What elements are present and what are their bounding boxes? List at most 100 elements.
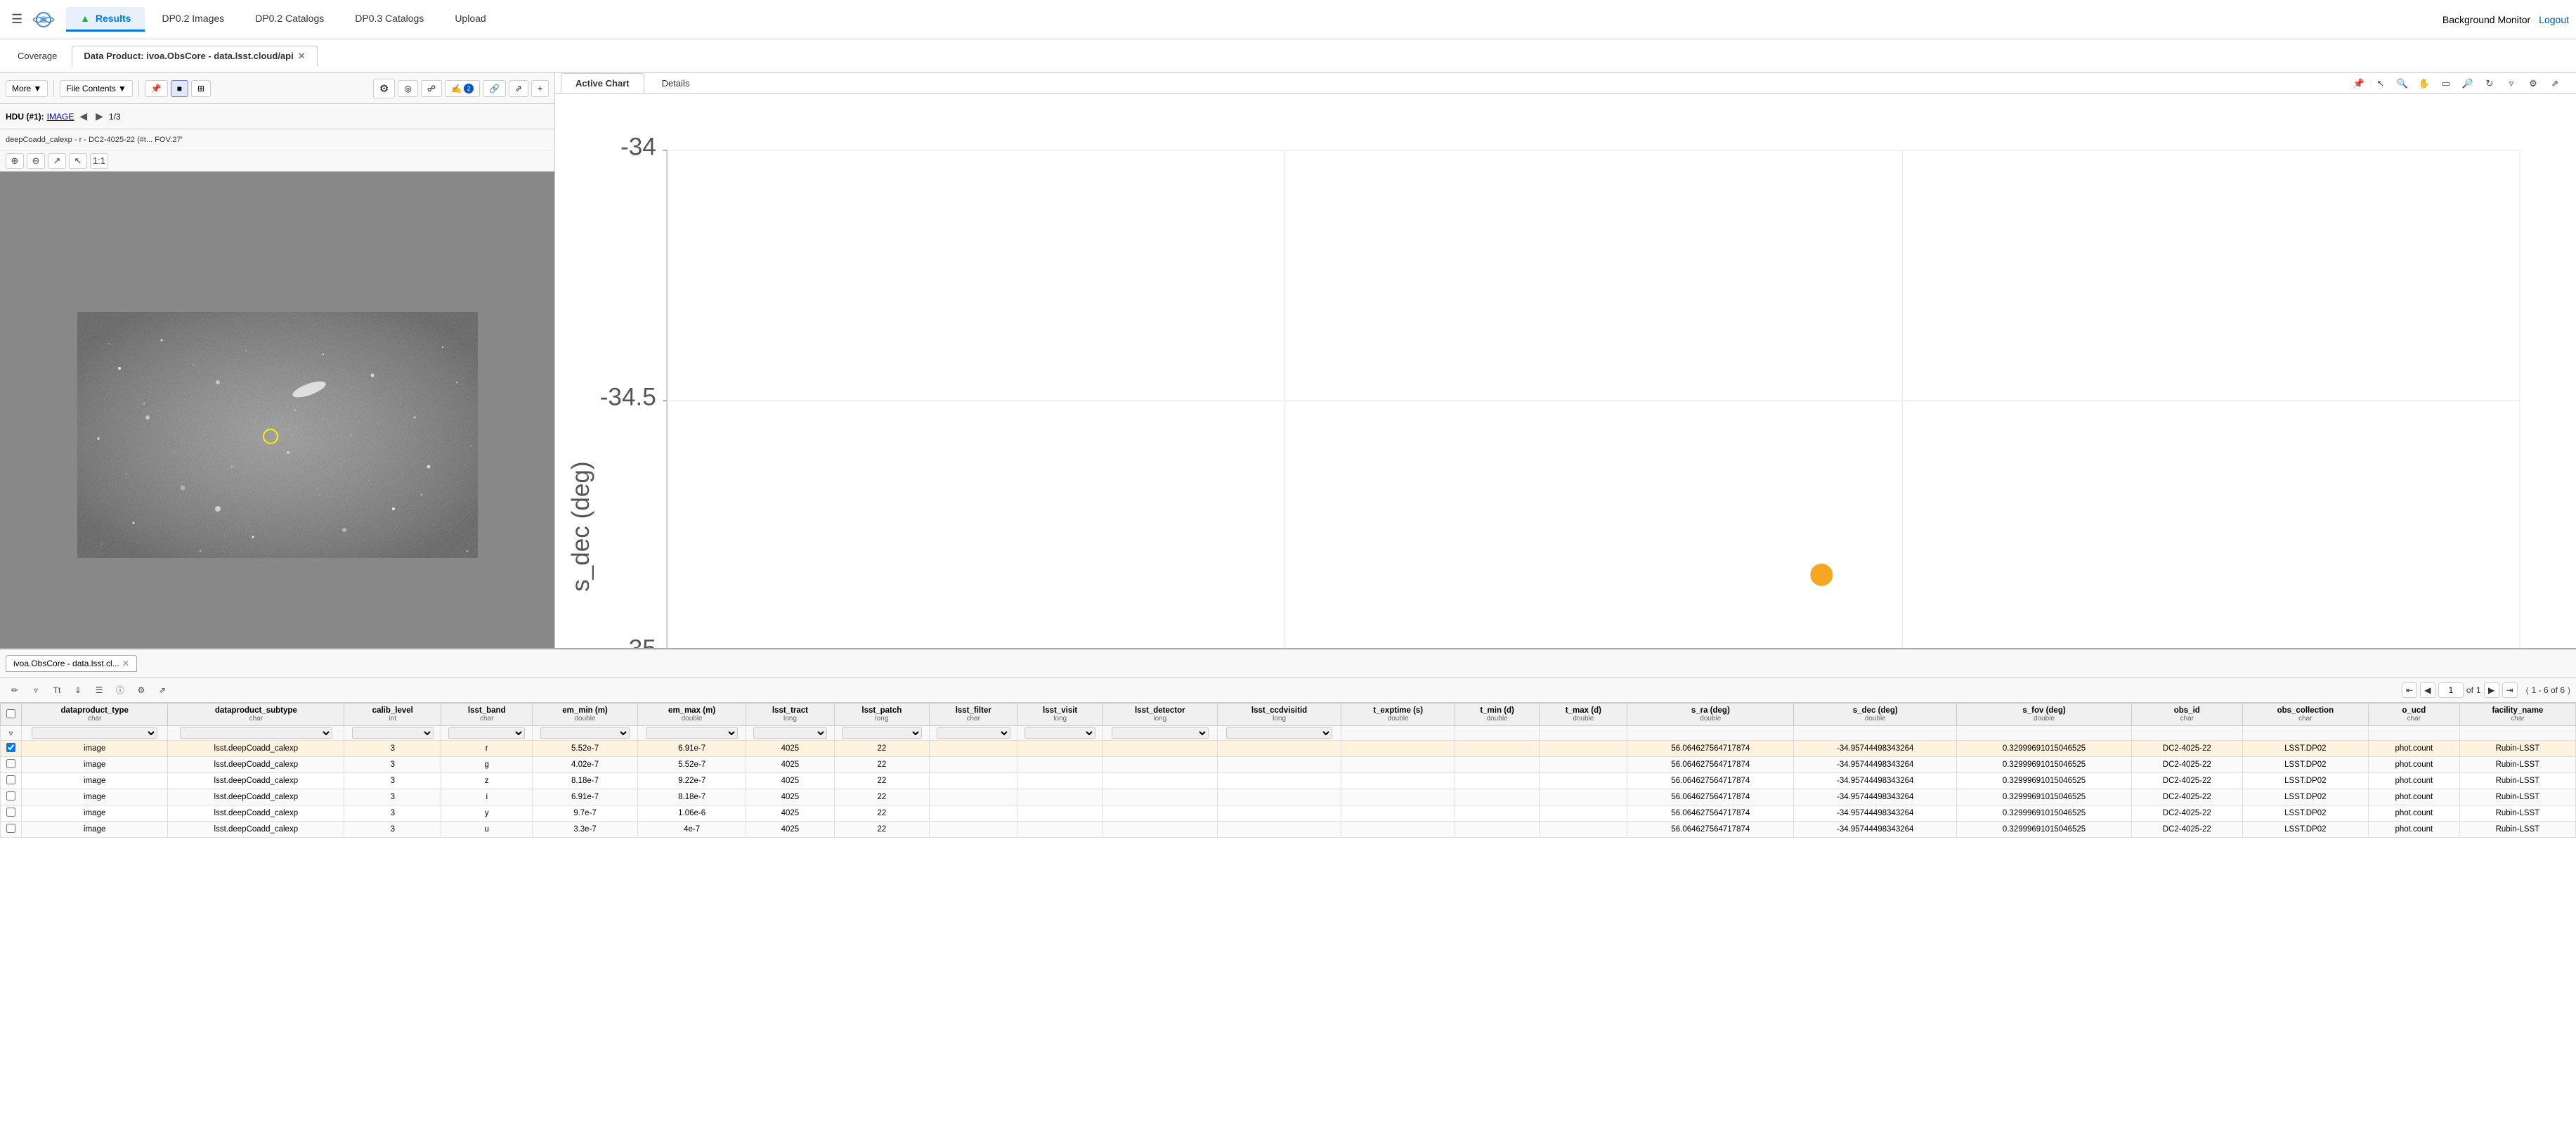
col-header-lsst-band[interactable]: lsst_bandchar — [441, 704, 533, 726]
file-contents-button[interactable]: File Contents ▼ — [60, 80, 133, 97]
filter-select-3[interactable] — [352, 727, 434, 739]
target-button[interactable]: ◎ — [398, 80, 417, 97]
row-checkbox[interactable] — [6, 743, 15, 752]
col-header-lsst-visit[interactable]: lsst_visitlong — [1017, 704, 1103, 726]
select-button[interactable]: ↖ — [2371, 75, 2390, 92]
tab-dataproduct[interactable]: Data Product: ivoa.ObsCore - data.lsst.c… — [72, 46, 317, 67]
filter-select-2[interactable] — [180, 727, 333, 739]
page-first-button[interactable]: ⇤ — [2402, 682, 2417, 698]
close-tab-icon[interactable]: ✕ — [298, 51, 306, 62]
hdu-next-button[interactable]: ▶ — [93, 109, 106, 124]
filter-select-1[interactable] — [32, 727, 157, 739]
col-header-facility-name[interactable]: facility_namechar — [2459, 704, 2575, 726]
table-tab[interactable]: ivoa.ObsCore - data.lsst.cl... ✕ — [6, 655, 137, 672]
filter-select-7[interactable] — [753, 727, 827, 739]
table-row[interactable]: imagelsst.deepCoadd_calexp3i6.91e-78.18e… — [1, 789, 2576, 805]
settings-button[interactable]: ⚙ — [2523, 75, 2543, 92]
row-checkbox-cell[interactable] — [1, 741, 22, 757]
table-row[interactable]: imagelsst.deepCoadd_calexp3r5.52e-76.91e… — [1, 741, 2576, 757]
table-expand-button[interactable]: ⇗ — [153, 682, 171, 698]
restore-button[interactable]: ↻ — [2480, 75, 2499, 92]
filter-select-11[interactable] — [1112, 727, 1209, 739]
more-button[interactable]: More ▼ — [6, 80, 48, 97]
nav-tab-results[interactable]: ▲ Results — [66, 7, 145, 32]
zoom-fill-button[interactable]: ↖ — [69, 153, 87, 169]
col-header-checkbox[interactable] — [1, 704, 22, 726]
filter-cell-4[interactable] — [441, 726, 533, 741]
nav-tab-dp02catalogs[interactable]: DP0.2 Catalogs — [241, 7, 338, 32]
row-checkbox[interactable] — [6, 808, 15, 817]
col-header-o-ucd[interactable]: o_ucdchar — [2368, 704, 2459, 726]
single-view-button[interactable]: ■ — [171, 80, 188, 97]
expand-button[interactable]: ⇗ — [509, 80, 528, 97]
col-header-lsst-patch[interactable]: lsst_patchlong — [834, 704, 930, 726]
page-prev-button[interactable]: ◀ — [2420, 682, 2435, 698]
filter-cell-6[interactable] — [637, 726, 746, 741]
col-header-obs-id[interactable]: obs_idchar — [2131, 704, 2242, 726]
filter-select-6[interactable] — [646, 727, 738, 739]
filter-cell-10[interactable] — [1017, 726, 1103, 741]
filter-cell-7[interactable] — [746, 726, 834, 741]
filter-cell-1[interactable] — [22, 726, 168, 741]
table-row[interactable]: imagelsst.deepCoadd_calexp3z8.18e-79.22e… — [1, 773, 2576, 789]
table-filter-button[interactable]: ▿ — [27, 682, 45, 698]
col-header-s-fov[interactable]: s_fov (deg)double — [1957, 704, 2132, 726]
zoom-in-chart-button[interactable]: 🔍 — [2393, 75, 2412, 92]
zoom-out-chart-button[interactable]: 🔎 — [2458, 75, 2478, 92]
hdu-type-link[interactable]: IMAGE — [47, 112, 74, 122]
pin-button[interactable]: 📌 — [145, 80, 168, 97]
table-row[interactable]: imagelsst.deepCoadd_calexp3g4.02e-75.52e… — [1, 757, 2576, 773]
table-row[interactable]: imagelsst.deepCoadd_calexp3y9.7e-71.06e-… — [1, 805, 2576, 822]
filter-cell-2[interactable] — [168, 726, 344, 741]
wcs-button[interactable]: ⚙ — [373, 79, 395, 98]
filter-select-9[interactable] — [937, 727, 1010, 739]
col-header-dataproduct-subtype[interactable]: dataproduct_subtypechar — [168, 704, 344, 726]
filter-select-12[interactable] — [1226, 727, 1332, 739]
table-row[interactable]: imagelsst.deepCoadd_calexp3u3.3e-74e-740… — [1, 822, 2576, 838]
col-header-t-max[interactable]: t_max (d)double — [1540, 704, 1627, 726]
col-header-obs-collection[interactable]: obs_collectionchar — [2242, 704, 2368, 726]
hamburger-menu[interactable]: ☰ — [7, 8, 27, 31]
nav-tab-dp02images[interactable]: DP0.2 Images — [148, 7, 238, 32]
close-table-tab-icon[interactable]: ✕ — [122, 659, 129, 668]
table-settings-button[interactable]: ⚙ — [132, 682, 150, 698]
col-header-t-min[interactable]: t_min (d)double — [1455, 704, 1539, 726]
row-checkbox-cell[interactable] — [1, 789, 22, 805]
pan-button[interactable]: ✋ — [2414, 75, 2434, 92]
filter-cell-8[interactable] — [834, 726, 930, 741]
row-checkbox-cell[interactable] — [1, 757, 22, 773]
zoom-fit-img-button[interactable]: ↗ — [48, 153, 66, 169]
rect-zoom-button[interactable]: ▭ — [2436, 75, 2456, 92]
col-header-calib-level[interactable]: calib_levelint — [344, 704, 441, 726]
col-header-lsst-filter[interactable]: lsst_filterchar — [930, 704, 1017, 726]
row-checkbox[interactable] — [6, 824, 15, 833]
link-button[interactable]: 🔗 — [483, 80, 506, 97]
table-column-settings-button[interactable]: ☰ — [90, 682, 108, 698]
tab-active-chart[interactable]: Active Chart — [561, 73, 644, 93]
page-last-button[interactable]: ⇥ — [2502, 682, 2518, 698]
grid-view-button[interactable]: ⊞ — [191, 80, 211, 97]
page-number-input[interactable] — [2438, 682, 2464, 698]
row-checkbox[interactable] — [6, 791, 15, 801]
filter-button[interactable]: ▿ — [2502, 75, 2521, 92]
filter-cell-9[interactable] — [930, 726, 1017, 741]
col-header-em-max[interactable]: em_max (m)double — [637, 704, 746, 726]
expand-chart-button[interactable]: ⇗ — [2545, 75, 2565, 92]
filter-select-4[interactable] — [448, 727, 525, 739]
logout-link[interactable]: Logout — [2539, 14, 2569, 25]
col-header-lsst-detector[interactable]: lsst_detectorlong — [1102, 704, 1217, 726]
zoom-in-button[interactable]: ⊕ — [6, 153, 24, 169]
col-header-lsst-ccdvisitid[interactable]: lsst_ccdvisitidlong — [1217, 704, 1341, 726]
row-checkbox-cell[interactable] — [1, 822, 22, 838]
row-checkbox-cell[interactable] — [1, 773, 22, 789]
table-scroll-area[interactable]: dataproduct_typechar dataproduct_subtype… — [0, 703, 2576, 1140]
background-monitor-link[interactable]: Background Monitor — [2442, 14, 2530, 25]
draw-button[interactable]: ✍ 2 — [445, 80, 480, 97]
filter-select-10[interactable] — [1024, 727, 1095, 739]
filter-cell-5[interactable] — [533, 726, 638, 741]
nav-tab-upload[interactable]: Upload — [441, 7, 500, 32]
select-all-checkbox[interactable] — [6, 709, 15, 718]
row-checkbox-cell[interactable] — [1, 805, 22, 822]
pin-chart-button[interactable]: 📌 — [2349, 75, 2369, 92]
filter-select-5[interactable] — [540, 727, 630, 739]
